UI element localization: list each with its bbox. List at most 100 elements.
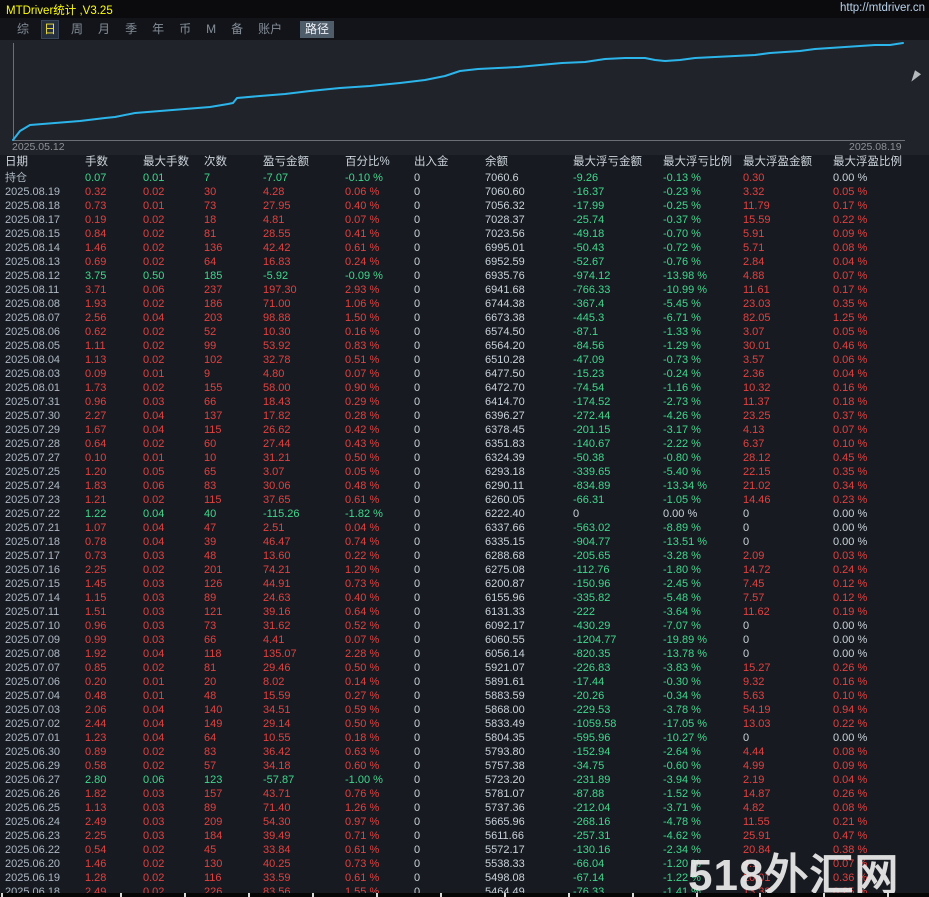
website-link[interactable]: http://mtdriver.cn <box>840 2 925 14</box>
cell-5: -1.00 % <box>345 774 383 786</box>
table-row[interactable]: 2025.08.18 0.73 0.01 73 27.95 0.40 % 0 7056.32 -… <box>0 199 929 213</box>
table-row[interactable]: 2025.08.13 0.69 0.02 64 16.83 0.24 % 0 6952.59 -… <box>0 255 929 269</box>
cell-5: 0.76 % <box>345 788 380 800</box>
tab-季[interactable]: 季 <box>123 21 139 38</box>
table-row[interactable]: 2025.07.30 2.27 0.04 137 17.82 0.28 % 0 6396.27… <box>0 409 929 423</box>
table-row[interactable]: 2025.06.25 1.13 0.03 89 71.40 1.26 % 0 5737.36 -… <box>0 801 929 815</box>
table-row[interactable]: 2025.08.14 1.46 0.02 136 42.42 0.61 % 0 6995.01… <box>0 241 929 255</box>
table-row[interactable]: 2025.08.06 0.62 0.02 52 10.30 0.16 % 0 6574.50 -… <box>0 325 929 339</box>
cell-0: 2025.08.13 <box>5 256 61 268</box>
table-row[interactable]: 2025.07.25 1.20 0.05 65 3.07 0.05 % 0 6293.18 -3… <box>0 465 929 479</box>
cell-10: 54.19 <box>743 704 771 716</box>
cell-1: 0.69 <box>85 256 107 268</box>
cell-3: 57 <box>204 760 217 772</box>
cell-0: 2025.08.01 <box>5 382 61 394</box>
table-row[interactable]: 2025.07.14 1.15 0.03 89 24.63 0.40 % 0 6155.96 -… <box>0 591 929 605</box>
table-row[interactable]: 2025.07.21 1.07 0.04 47 2.51 0.04 % 0 6337.66 -5… <box>0 521 929 535</box>
cell-3: 65 <box>204 466 217 478</box>
table-row[interactable]: 2025.07.22 1.22 0.04 40 -115.26 -1.82 % 0 6222.… <box>0 507 929 521</box>
cell-2: 0.04 <box>143 312 165 324</box>
table-row[interactable]: 2025.07.02 2.44 0.04 149 29.14 0.50 % 0 5833.49… <box>0 717 929 731</box>
tab-年[interactable]: 年 <box>150 21 166 38</box>
table-row[interactable]: 2025.07.27 0.10 0.01 10 31.21 0.50 % 0 6324.39 -… <box>0 451 929 465</box>
cell-6: 0 <box>414 186 421 198</box>
table-row[interactable]: 2025.07.16 2.25 0.02 201 74.21 1.20 % 0 6275.08… <box>0 563 929 577</box>
table-row[interactable]: 2025.07.18 0.78 0.04 39 46.47 0.74 % 0 6335.15 -… <box>0 535 929 549</box>
table-row[interactable]: 2025.08.12 3.75 0.50 185 -5.92 -0.09 % 0 6935.7… <box>0 269 929 283</box>
cell-0: 2025.08.14 <box>5 242 61 254</box>
table-row[interactable]: 2025.07.31 0.96 0.03 66 18.43 0.29 % 0 6414.70 -… <box>0 395 929 409</box>
table-row[interactable]: 2025.08.04 1.13 0.02 102 32.78 0.51 % 0 6510.28… <box>0 353 929 367</box>
cell-2: 0.04 <box>143 522 165 534</box>
table-row[interactable]: 2025.06.30 0.89 0.02 83 36.42 0.63 % 0 5793.80 -… <box>0 745 929 759</box>
table-row[interactable]: 2025.07.06 0.20 0.01 20 8.02 0.14 % 0 5891.61 -1… <box>0 675 929 689</box>
cell-4: 15.59 <box>263 690 291 702</box>
table-row[interactable]: 2025.08.01 1.73 0.02 155 58.00 0.90 % 0 6472.70… <box>0 381 929 395</box>
cell-2: 0.04 <box>143 410 165 422</box>
tab-综[interactable]: 综 <box>15 21 31 38</box>
cell-4: 33.59 <box>263 872 291 884</box>
table-row[interactable]: 持仓 0.07 0.01 7 -7.07 -0.10 % 0 7060.6 -9.26 -0.13… <box>0 171 929 185</box>
equity-chart[interactable]: 2025.05.12 2025.08.19 <box>0 40 929 155</box>
table-row[interactable]: 2025.07.03 2.06 0.04 140 34.51 0.59 % 0 5868.00… <box>0 703 929 717</box>
cell-7: 5464.49 <box>485 886 525 893</box>
cell-9: -0.34 % <box>663 690 701 702</box>
cell-4: 74.21 <box>263 564 291 576</box>
cell-1: 0.20 <box>85 676 107 688</box>
cell-3: 126 <box>204 578 223 590</box>
path-button[interactable]: 路径 <box>300 21 335 38</box>
cell-6: 0 <box>414 704 421 716</box>
table-row[interactable]: 2025.07.07 0.85 0.02 81 29.46 0.50 % 0 5921.07 -… <box>0 661 929 675</box>
tab-M[interactable]: M <box>204 21 218 38</box>
table-row[interactable]: 2025.08.17 0.19 0.02 18 4.81 0.07 % 0 7028.37 -2… <box>0 213 929 227</box>
table-row[interactable]: 2025.07.08 1.92 0.04 118 135.07 2.28 % 0 6056.1… <box>0 647 929 661</box>
tab-月[interactable]: 月 <box>96 21 112 38</box>
tab-周[interactable]: 周 <box>69 21 85 38</box>
cell-2: 0.06 <box>143 480 165 492</box>
table-row[interactable]: 2025.07.23 1.21 0.02 115 37.65 0.61 % 0 6260.05… <box>0 493 929 507</box>
table-row[interactable]: 2025.08.03 0.09 0.01 9 4.80 0.07 % 0 6477.50 -15… <box>0 367 929 381</box>
cell-10: 4.88 <box>743 270 765 282</box>
table-row[interactable]: 2025.06.27 2.80 0.06 123 -57.87 -1.00 % 0 5723.… <box>0 773 929 787</box>
tab-日[interactable]: 日 <box>41 20 60 39</box>
grid-tick <box>184 893 186 897</box>
cell-2: 0.04 <box>143 704 165 716</box>
table-row[interactable]: 2025.07.15 1.45 0.03 126 44.91 0.73 % 0 6200.87… <box>0 577 929 591</box>
table-row[interactable]: 2025.06.26 1.82 0.03 157 43.71 0.76 % 0 5781.07… <box>0 787 929 801</box>
cell-1: 0.64 <box>85 438 107 450</box>
table-row[interactable]: 2025.08.07 2.56 0.04 203 98.88 1.50 % 0 6673.38… <box>0 311 929 325</box>
table-row[interactable]: 2025.06.24 2.49 0.03 209 54.30 0.97 % 0 5665.96… <box>0 815 929 829</box>
cell-3: 102 <box>204 354 223 366</box>
table-row[interactable]: 2025.06.29 0.58 0.02 57 34.18 0.60 % 0 5757.38 -… <box>0 759 929 773</box>
cell-0: 2025.08.15 <box>5 228 61 240</box>
cell-0: 2025.07.08 <box>5 648 61 660</box>
table-row[interactable]: 2025.07.04 0.48 0.01 48 15.59 0.27 % 0 5883.59 -… <box>0 689 929 703</box>
table-row[interactable]: 2025.07.29 1.67 0.04 115 26.62 0.42 % 0 6378.45… <box>0 423 929 437</box>
cell-8: -834.89 <box>573 480 611 492</box>
cell-4: 4.28 <box>263 186 285 198</box>
cell-0: 2025.07.21 <box>5 522 61 534</box>
table-row[interactable]: 2025.07.28 0.64 0.02 60 27.44 0.43 % 0 6351.83 -… <box>0 437 929 451</box>
cell-3: 64 <box>204 256 217 268</box>
table-row[interactable]: 2025.08.19 0.32 0.02 30 4.28 0.06 % 0 7060.60 -1… <box>0 185 929 199</box>
cell-10: 3.57 <box>743 354 765 366</box>
cell-2: 0.02 <box>143 242 165 254</box>
tab-币[interactable]: 币 <box>177 21 193 38</box>
table-row[interactable]: 2025.08.05 1.11 0.02 99 53.92 0.83 % 0 6564.20 -… <box>0 339 929 353</box>
table-row[interactable]: 2025.07.01 1.23 0.04 64 10.55 0.18 % 0 5804.35 -… <box>0 731 929 745</box>
table-row[interactable]: 2025.07.24 1.83 0.06 83 30.06 0.48 % 0 6290.11 -… <box>0 479 929 493</box>
tab-备[interactable]: 备 <box>229 21 245 38</box>
column-header-0: 日期 <box>5 156 28 168</box>
table-row[interactable]: 2025.07.09 0.99 0.03 66 4.41 0.07 % 0 6060.55 -1… <box>0 633 929 647</box>
cell-3: 18 <box>204 214 217 226</box>
table-row[interactable]: 2025.07.10 0.96 0.03 73 31.62 0.52 % 0 6092.17 -… <box>0 619 929 633</box>
table-row[interactable]: 2025.08.15 0.84 0.02 81 28.55 0.41 % 0 7023.56 -… <box>0 227 929 241</box>
table-row[interactable]: 2025.07.11 1.51 0.03 121 39.16 0.64 % 0 6131.33… <box>0 605 929 619</box>
table-row[interactable]: 2025.08.08 1.93 0.02 186 71.00 1.06 % 0 6744.38… <box>0 297 929 311</box>
cell-11: 0.03 % <box>833 550 868 562</box>
table-row[interactable]: 2025.08.11 3.71 0.06 237 197.30 2.93 % 0 6941.6… <box>0 283 929 297</box>
cell-1: 2.27 <box>85 410 107 422</box>
tab-账户[interactable]: 账户 <box>256 21 284 38</box>
cell-5: -0.09 % <box>345 270 383 282</box>
table-row[interactable]: 2025.07.17 0.73 0.03 48 13.60 0.22 % 0 6288.68 -… <box>0 549 929 563</box>
